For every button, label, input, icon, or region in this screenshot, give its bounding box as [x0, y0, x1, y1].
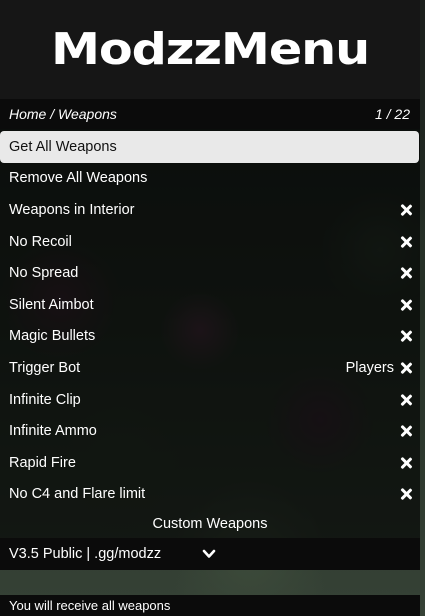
option-label: Infinite Clip — [9, 391, 81, 408]
option-label: Custom Weapons — [152, 516, 268, 533]
option-label: Magic Bullets — [9, 328, 96, 345]
option-label: Infinite Ammo — [9, 423, 97, 440]
option-rapid-fire[interactable]: Rapid Fire — [0, 447, 420, 479]
toggle-off-x-icon[interactable] — [400, 425, 412, 437]
version-text: V3.5 Public | .gg/modzz — [9, 546, 162, 563]
option-label: No Recoil — [9, 233, 72, 250]
toggle-off-x-icon[interactable] — [400, 204, 412, 216]
page-counter: 1 / 22 — [374, 106, 410, 122]
option-remove-all-weapons[interactable]: Remove All Weapons — [0, 163, 420, 195]
option-label: Rapid Fire — [9, 454, 76, 471]
option-no-c4-flare-limit[interactable]: No C4 and Flare limit — [0, 479, 420, 511]
toggle-off-x-icon[interactable] — [400, 394, 412, 406]
toggle-off-x-icon[interactable] — [400, 488, 412, 500]
toggle-off-x-icon[interactable] — [400, 236, 412, 248]
option-infinite-clip[interactable]: Infinite Clip — [0, 384, 420, 416]
toggle-off-x-icon[interactable] — [400, 457, 412, 469]
option-label: Remove All Weapons — [9, 170, 148, 187]
menu-subheader: Home / Weapons 1 / 22 — [0, 99, 420, 129]
breadcrumb: Home / Weapons — [9, 106, 117, 122]
option-weapons-in-interior[interactable]: Weapons in Interior — [0, 194, 420, 226]
option-label: Weapons in Interior — [9, 201, 135, 218]
option-no-spread[interactable]: No Spread — [0, 257, 420, 289]
toggle-off-x-icon[interactable] — [400, 330, 412, 342]
mod-menu: ModzzMenu Home / Weapons 1 / 22 Get All … — [0, 0, 420, 571]
option-silent-aimbot[interactable]: Silent Aimbot — [0, 289, 420, 321]
toggle-off-x-icon[interactable] — [400, 362, 412, 374]
toggle-off-x-icon[interactable] — [400, 299, 412, 311]
weapons-option-list: Get All Weapons Remove All Weapons Weapo… — [0, 129, 420, 539]
trigger-bot-target-value[interactable]: Players — [346, 360, 394, 376]
chevron-down-icon[interactable] — [202, 547, 216, 561]
option-no-recoil[interactable]: No Recoil — [0, 226, 420, 258]
option-label: Silent Aimbot — [9, 296, 94, 313]
option-magic-bullets[interactable]: Magic Bullets — [0, 321, 420, 353]
option-label: No C4 and Flare limit — [9, 486, 146, 503]
menu-footer: V3.5 Public | .gg/modzz — [0, 538, 420, 571]
option-label: No Spread — [9, 265, 79, 282]
option-trigger-bot[interactable]: Trigger Bot Players — [0, 352, 420, 384]
option-get-all-weapons[interactable]: Get All Weapons — [0, 131, 419, 163]
toggle-off-x-icon[interactable] — [400, 267, 412, 279]
option-label: Trigger Bot — [9, 359, 81, 376]
option-label: Get All Weapons — [9, 138, 117, 155]
menu-logo: ModzzMenu — [50, 24, 370, 75]
option-custom-weapons[interactable]: Custom Weapons — [0, 510, 420, 538]
option-infinite-ammo[interactable]: Infinite Ammo — [0, 415, 420, 447]
option-description: You will receive all weapons — [0, 595, 420, 616]
menu-header: ModzzMenu — [0, 0, 420, 99]
